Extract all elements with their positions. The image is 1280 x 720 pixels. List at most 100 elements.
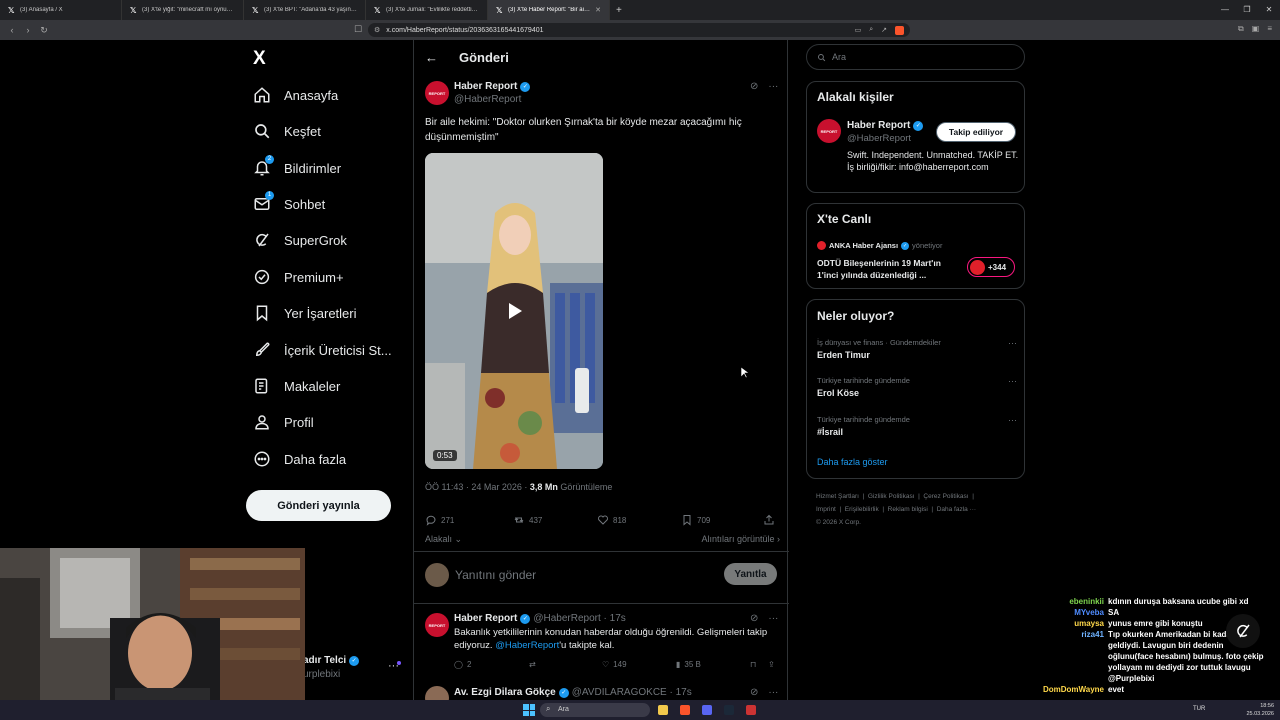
more-options-icon[interactable]: ···: [768, 81, 778, 92]
new-tab-button[interactable]: +: [610, 5, 628, 16]
grok-icon[interactable]: ⊘: [750, 81, 758, 92]
sidebar-item-home[interactable]: Anasayfa: [252, 80, 338, 110]
footer-link[interactable]: Daha fazla ···: [937, 506, 976, 513]
footer-link[interactable]: Erişilebilirlik: [845, 506, 879, 513]
reply-author[interactable]: Av. Ezgi Dilara Gökçe ✓ @AVDILARAGOKCE · 1…: [454, 687, 692, 698]
sidebar-icon[interactable]: ▣: [1252, 24, 1260, 34]
bookmark-page-icon[interactable]: ☐: [354, 24, 362, 35]
show-more-link[interactable]: Daha fazla göster: [817, 457, 888, 467]
file-explorer-icon[interactable]: [658, 705, 668, 715]
related-name[interactable]: Haber Report ✓: [847, 120, 924, 131]
x-logo[interactable]: X: [253, 48, 266, 70]
trend-item[interactable]: Türkiye tarihinde gündemde Erol Köse ···: [817, 376, 1017, 398]
more-options-icon[interactable]: ···: [768, 687, 778, 698]
forward-nav-icon[interactable]: ›: [20, 25, 36, 35]
language-indicator[interactable]: TUR: [1193, 706, 1205, 712]
view-quotes-link[interactable]: Alıntıları görüntüle ›: [701, 534, 780, 544]
share-icon[interactable]: ↗: [881, 26, 887, 35]
grok-icon[interactable]: ⊘: [750, 613, 758, 624]
more-options-icon[interactable]: ···: [1008, 376, 1017, 386]
sidebar-item-notifications[interactable]: 2 Bildirimler: [252, 153, 341, 183]
more-options-icon[interactable]: ···: [768, 613, 778, 624]
screen-icon[interactable]: ▭: [855, 26, 862, 35]
discord-icon[interactable]: [702, 705, 712, 715]
reply-input[interactable]: Yanıtını gönder: [455, 568, 536, 582]
post-timestamp[interactable]: ÖÖ 11:43 · 24 Mar 2026 ·: [425, 482, 530, 492]
repost-button[interactable]: ⇄: [529, 660, 536, 669]
share-button[interactable]: ⇪: [768, 660, 775, 669]
trend-item[interactable]: Türkiye tarihinde gündemde #İsrail ···: [817, 415, 1017, 437]
reply-author[interactable]: Haber Report ✓ @HaberReport · 17s: [454, 613, 626, 624]
following-button[interactable]: Takip ediliyor: [936, 122, 1016, 142]
sidebar-item-more[interactable]: Daha fazla: [252, 444, 346, 474]
browser-tab[interactable]: 𝕏 (3) X'te Jumali: "Evlilikte reddettiği …: [366, 0, 488, 20]
zoom-icon[interactable]: ⌕: [869, 26, 873, 35]
avatar[interactable]: REPORT: [425, 81, 449, 105]
brave-shield-icon[interactable]: [895, 25, 904, 35]
sidebar-item-articles[interactable]: Makaleler: [252, 371, 340, 401]
close-tab-icon[interactable]: ✕: [595, 6, 601, 14]
footer-link[interactable]: Çerez Politikası: [923, 493, 968, 500]
live-title[interactable]: ODTÜ Bileşenlerinin 19 Mart'ın 1'inci yı…: [817, 257, 962, 281]
more-options-icon[interactable]: ···: [1008, 415, 1017, 425]
reply-button[interactable]: ◯ 2: [454, 660, 471, 669]
sidebar-item-explore[interactable]: Keşfet: [252, 116, 321, 146]
account-switcher[interactable]: adır Telci ✓ urplebixi: [303, 654, 360, 682]
more-options-icon[interactable]: ···: [1008, 338, 1017, 348]
browser-tab[interactable]: 𝕏 (3) Anasayfa / X: [0, 0, 122, 20]
video-player[interactable]: 0:53: [425, 153, 603, 469]
browser-tab[interactable]: 𝕏 (3) X'te BPT: "Adana'da 43 yaşındaki: [244, 0, 366, 20]
extension-icon[interactable]: ⧉: [1238, 24, 1244, 34]
trend-item[interactable]: İş dünyası ve finans · Gündemdekiler Erde…: [817, 338, 1017, 360]
views-button[interactable]: ▮ 35 B: [676, 660, 701, 669]
post-author-handle[interactable]: @HaberReport: [454, 94, 521, 105]
search-input[interactable]: Ara: [806, 44, 1025, 70]
back-arrow-icon[interactable]: ←: [425, 50, 438, 65]
footer-link[interactable]: Gizlilik Politikası: [868, 493, 915, 500]
back-nav-icon[interactable]: ‹: [4, 25, 20, 35]
sidebar-item-profile[interactable]: Profil: [252, 407, 314, 437]
taskbar-search[interactable]: Ara: [540, 703, 650, 717]
sidebar-item-supergrok[interactable]: SuperGrok: [252, 225, 347, 255]
post-author-name[interactable]: Haber Report ✓: [454, 81, 531, 92]
browser-tab-active[interactable]: 𝕏 (3) X'te Haber Report: "Bir aile h ✕: [488, 0, 610, 20]
menu-icon[interactable]: ≡: [1267, 24, 1272, 34]
share-button[interactable]: [763, 514, 775, 526]
clock[interactable]: 18:56 25.03.2026: [1246, 702, 1274, 718]
grok-icon[interactable]: ⊘: [750, 687, 758, 698]
sidebar-item-chat[interactable]: 1 Sohbet: [252, 189, 325, 219]
footer-link[interactable]: Reklam bilgisi: [888, 506, 928, 513]
reply-button[interactable]: 271: [425, 514, 454, 526]
reload-icon[interactable]: ↻: [36, 25, 52, 36]
footer-link[interactable]: Hizmet Şartları: [816, 493, 859, 500]
sidebar-item-creator-studio[interactable]: İçerik Üreticisi St...: [252, 335, 392, 365]
app-icon[interactable]: [746, 705, 756, 715]
bookmark-button[interactable]: ⊓: [750, 660, 756, 669]
post-button[interactable]: Gönderi yayınla: [246, 490, 391, 521]
play-icon[interactable]: [504, 301, 524, 321]
sidebar-item-premium[interactable]: Premium+: [252, 262, 344, 292]
like-button[interactable]: 818: [597, 514, 626, 526]
live-host[interactable]: ANKA Haber Ajansı ✓ yönetiyor: [817, 241, 942, 250]
windows-start-icon[interactable]: [523, 704, 535, 716]
mention-link[interactable]: @HaberReport: [495, 640, 559, 651]
related-handle[interactable]: @HaberReport: [847, 133, 911, 144]
minimize-icon[interactable]: —: [1214, 0, 1236, 20]
site-info-icon[interactable]: ⚙: [374, 26, 380, 34]
close-window-icon[interactable]: ✕: [1258, 0, 1280, 20]
address-bar[interactable]: ⚙ x.com/HaberReport/status/2036363165441…: [368, 23, 910, 37]
live-listeners[interactable]: +344: [967, 257, 1015, 277]
browser-tab[interactable]: 𝕏 (3) X'te yiğit: "minecraft mı oynuyon: [122, 0, 244, 20]
sort-dropdown[interactable]: Alakalı ⌄: [425, 534, 462, 544]
repost-button[interactable]: 437: [513, 514, 542, 526]
footer-link[interactable]: Imprint: [816, 506, 836, 513]
avatar[interactable]: REPORT: [425, 613, 449, 637]
reply-submit-button[interactable]: Yanıtla: [724, 563, 777, 585]
sidebar-item-bookmarks[interactable]: Yer İşaretleri: [252, 298, 357, 328]
restore-icon[interactable]: ❐: [1236, 0, 1258, 20]
avatar[interactable]: REPORT: [817, 119, 841, 143]
steam-icon[interactable]: [724, 705, 734, 715]
like-button[interactable]: ♡ 149: [602, 660, 627, 669]
brave-browser-icon[interactable]: [680, 705, 690, 715]
bookmark-button[interactable]: 709: [681, 514, 710, 526]
